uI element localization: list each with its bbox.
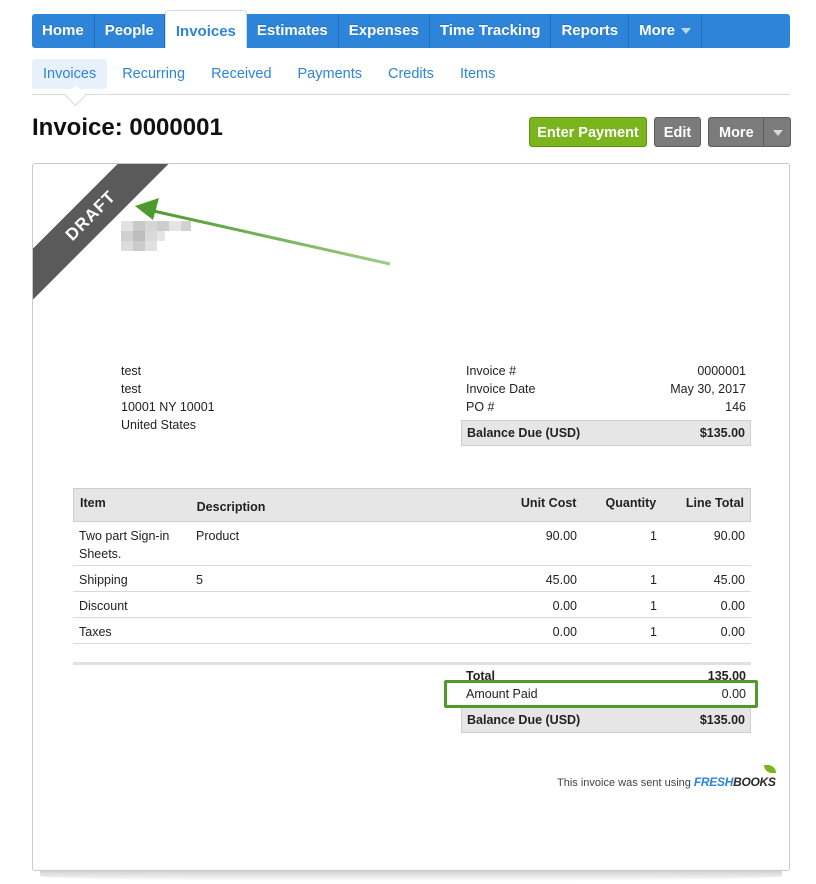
tab-more[interactable]: More [629, 14, 702, 48]
client-line: 10001 NY 10001 [121, 400, 215, 414]
subnav-items[interactable]: Items [449, 59, 506, 89]
footer-text: This invoice was sent using [557, 777, 691, 789]
col-description: Description [196, 500, 266, 514]
table-row: Discount 0.00 1 0.00 [73, 592, 751, 618]
cell-line-total: 0.00 [720, 599, 745, 613]
tab-home[interactable]: Home [32, 14, 95, 48]
more-actions-label: More [719, 125, 754, 141]
cell-item: Shipping [79, 573, 128, 587]
cell-description [190, 597, 390, 617]
invoice-number-row: Invoice # 0000001 [461, 362, 751, 380]
table-row: Two part Sign-in Sheets. Product 90.00 1… [73, 522, 751, 566]
enter-payment-button[interactable]: Enter Payment [529, 117, 647, 147]
invoice-date-value: May 30, 2017 [670, 382, 746, 396]
invoice-document: DRAFT test test 10001 NY 10001 United St… [32, 163, 790, 871]
tab-invoices[interactable]: Invoices [164, 10, 247, 48]
chevron-down-icon [680, 28, 691, 35]
po-number-label: PO # [466, 400, 495, 414]
paper-shadow [40, 871, 782, 881]
cell-line-total: 90.00 [713, 529, 745, 543]
subnav-received[interactable]: Received [200, 59, 282, 89]
tab-reports[interactable]: Reports [551, 14, 630, 48]
col-quantity: Quantity [605, 496, 657, 510]
balance-due-label: Balance Due (USD) [467, 713, 581, 727]
balance-due-total-box: Balance Due (USD) $135.00 [461, 707, 751, 733]
cell-item: Discount [79, 599, 128, 613]
cell-unit-cost: 0.00 [552, 599, 577, 613]
invoice-meta: Invoice # 0000001 Invoice Date May 30, 2… [461, 362, 751, 446]
invoice-footer: This invoice was sent using FRESHBOOKS [557, 765, 776, 789]
sub-nav: Invoices Recurring Received Payments Cre… [32, 54, 790, 95]
cell-quantity: 1 [650, 599, 657, 613]
client-name: test [121, 364, 142, 378]
cell-unit-cost: 90.00 [545, 529, 577, 543]
subnav-payments[interactable]: Payments [287, 59, 373, 89]
client-line: United States [121, 418, 197, 432]
chevron-down-icon[interactable] [773, 130, 783, 136]
tab-expenses[interactable]: Expenses [339, 14, 430, 48]
button-divider [763, 118, 764, 146]
cell-quantity: 1 [650, 573, 657, 587]
table-row: Taxes 0.00 1 0.00 [73, 618, 751, 644]
subnav-recurring[interactable]: Recurring [111, 59, 196, 89]
line-items-table: Item Description Unit Cost Quantity Line… [73, 488, 751, 644]
col-line-total: Line Total [685, 496, 744, 510]
tab-estimates[interactable]: Estimates [247, 14, 339, 48]
cell-unit-cost: 45.00 [545, 573, 577, 587]
freshbooks-logo-books: BOOKS [733, 775, 776, 789]
tab-time-tracking[interactable]: Time Tracking [430, 14, 552, 48]
freshbooks-logo-fresh: FRESH [693, 775, 734, 789]
balance-due-label: Balance Due (USD) [467, 426, 581, 440]
cell-unit-cost: 0.00 [552, 625, 577, 639]
col-item: Item [80, 496, 106, 510]
cell-description: 5 [196, 573, 203, 587]
table-header: Item Description Unit Cost Quantity Line… [73, 488, 751, 522]
cell-line-total: 45.00 [713, 573, 745, 587]
edit-button[interactable]: Edit [654, 117, 701, 147]
balance-due-box: Balance Due (USD) $135.00 [461, 420, 751, 446]
cell-quantity: 1 [650, 529, 657, 543]
amount-paid-highlight [444, 680, 758, 708]
totals-divider [73, 662, 751, 665]
freshbooks-logo: FRESHBOOKS [693, 765, 776, 789]
page-title: Invoice: 0000001 [32, 114, 223, 141]
tab-people[interactable]: People [95, 14, 165, 48]
annotation-arrow [135, 198, 391, 266]
leaf-icon [763, 765, 776, 773]
po-number-value: 146 [725, 400, 746, 414]
table-row: Shipping 5 45.00 1 45.00 [73, 566, 751, 592]
po-number-row: PO # 146 [461, 398, 751, 416]
invoice-number-value: 0000001 [697, 364, 746, 378]
invoice-date-row: Invoice Date May 30, 2017 [461, 380, 751, 398]
client-line: test [121, 382, 142, 396]
balance-due-value: $135.00 [699, 426, 745, 440]
col-unit-cost: Unit Cost [520, 496, 577, 510]
subnav-invoices[interactable]: Invoices [32, 59, 108, 89]
balance-due-value: $135.00 [699, 713, 745, 727]
client-address: test test 10001 NY 10001 United States [121, 362, 215, 434]
invoice-number-label: Invoice # [466, 364, 517, 378]
cell-description: Product [196, 529, 240, 543]
cell-description [190, 623, 390, 643]
cell-quantity: 1 [650, 625, 657, 639]
cell-item: Taxes [79, 625, 112, 639]
subnav-credits[interactable]: Credits [377, 59, 445, 89]
tab-more-label: More [639, 22, 675, 39]
cell-line-total: 0.00 [720, 625, 745, 639]
main-nav: Home People Invoices Estimates Expenses … [32, 10, 790, 48]
more-actions-button[interactable]: More [708, 117, 791, 147]
invoice-date-label: Invoice Date [466, 382, 536, 396]
cell-item: Two part Sign-in Sheets. [79, 529, 170, 561]
